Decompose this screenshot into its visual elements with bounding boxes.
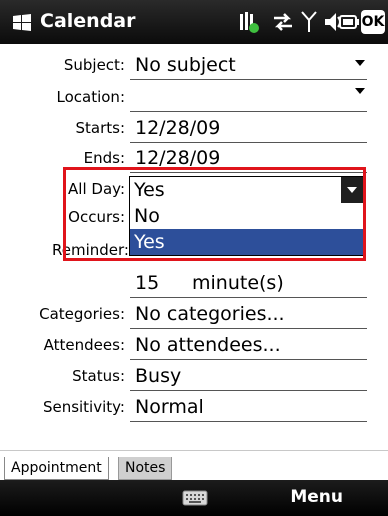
tab-appointment[interactable]: Appointment xyxy=(4,457,109,480)
reminder-amount[interactable]: 15 xyxy=(135,268,159,298)
starts-field[interactable]: 12/28/09 xyxy=(135,113,220,143)
subject-underline xyxy=(130,79,367,80)
attendees-field[interactable]: No attendees... xyxy=(135,330,281,360)
title-bar: Calendar OK xyxy=(0,0,388,44)
annotation-highlight-box xyxy=(63,167,366,261)
reminder-unit[interactable]: minute(s) xyxy=(192,268,284,298)
attendees-row: Attendees: No attendees... xyxy=(0,330,388,360)
data-sync-icon[interactable] xyxy=(270,8,296,36)
location-dropdown-icon[interactable] xyxy=(355,88,365,94)
location-row: Location: xyxy=(0,82,388,112)
location-underline xyxy=(130,111,367,112)
signal-icon[interactable] xyxy=(300,8,318,36)
status-row: Status: Busy xyxy=(0,361,388,391)
phone-connection-icon[interactable] xyxy=(237,8,263,36)
battery-icon[interactable] xyxy=(338,8,360,36)
reminder-underline xyxy=(130,297,367,298)
subject-row: Subject: No subject xyxy=(0,50,388,80)
sensitivity-row: Sensitivity: Normal xyxy=(0,392,388,422)
categories-row: Categories: No categories... xyxy=(0,299,388,329)
tab-strip: Appointment Notes xyxy=(0,450,388,481)
windows-start-icon[interactable] xyxy=(11,12,33,34)
starts-label: Starts: xyxy=(75,119,125,137)
attendees-label: Attendees: xyxy=(43,336,125,354)
categories-field[interactable]: No categories... xyxy=(135,299,285,329)
status-underline xyxy=(130,390,367,391)
sensitivity-label: Sensitivity: xyxy=(42,398,125,416)
keyboard-icon[interactable] xyxy=(182,490,208,506)
menu-softkey[interactable]: Menu xyxy=(290,487,343,507)
categories-underline xyxy=(130,328,367,329)
location-label: Location: xyxy=(56,88,126,106)
status-field[interactable]: Busy xyxy=(135,361,181,391)
categories-label: Categories: xyxy=(39,305,125,323)
app-title: Calendar xyxy=(40,10,136,32)
subject-dropdown-icon[interactable] xyxy=(355,60,365,66)
subject-field[interactable]: No subject xyxy=(135,50,236,80)
reminder-amount-row: 15 minute(s) xyxy=(0,268,388,298)
subject-label: Subject: xyxy=(63,56,125,74)
ok-button[interactable]: OK xyxy=(361,10,385,34)
softkey-bar: Menu xyxy=(0,480,388,516)
tab-notes[interactable]: Notes xyxy=(118,457,173,480)
status-label: Status: xyxy=(72,367,125,385)
attendees-underline xyxy=(130,359,367,360)
starts-row: Starts: 12/28/09 xyxy=(0,113,388,143)
sensitivity-underline xyxy=(130,421,367,422)
sensitivity-field[interactable]: Normal xyxy=(135,392,204,422)
